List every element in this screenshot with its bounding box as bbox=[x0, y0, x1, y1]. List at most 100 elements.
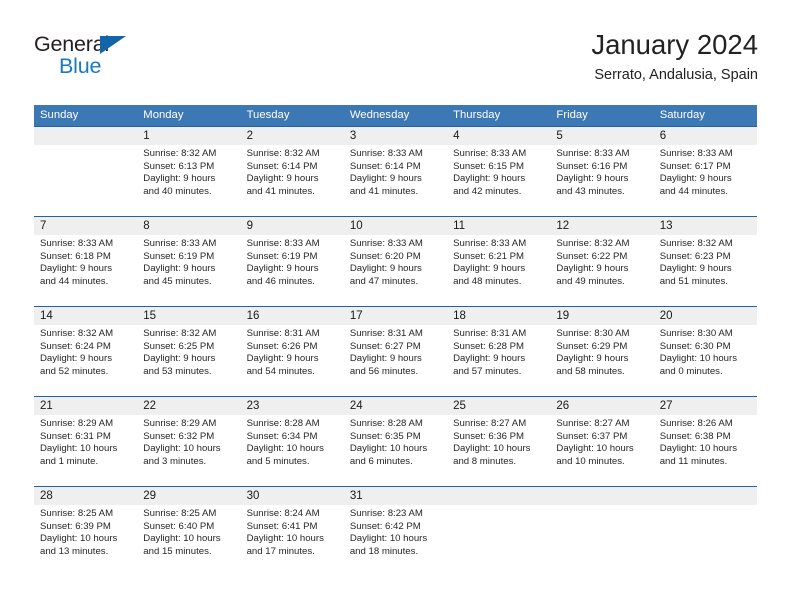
day-cell[interactable]: Sunrise: 8:29 AM Sunset: 6:32 PM Dayligh… bbox=[137, 415, 240, 486]
day-number: 29 bbox=[143, 490, 157, 502]
calendar-grid: Sunday Monday Tuesday Wednesday Thursday… bbox=[34, 105, 757, 573]
sunset-text: Sunset: 6:20 PM bbox=[349, 250, 421, 262]
calendar-page: General Blue January 2024 Serrato, Andal… bbox=[0, 0, 792, 612]
logo-text-blue: Blue bbox=[59, 54, 102, 78]
sunrise-text: Sunrise: 8:32 AM bbox=[143, 328, 217, 339]
sunrise-text: Sunrise: 8:29 AM bbox=[40, 418, 114, 429]
daylight-text-line2: and 6 minutes. bbox=[349, 455, 413, 467]
sunrise-text: Sunrise: 8:33 AM bbox=[40, 238, 114, 249]
day-cell[interactable]: Sunrise: 8:32 AM Sunset: 6:22 PM Dayligh… bbox=[550, 235, 653, 306]
day-cell[interactable]: Sunrise: 8:25 AM Sunset: 6:39 PM Dayligh… bbox=[34, 505, 137, 573]
day-cell[interactable] bbox=[447, 505, 550, 573]
day-cell[interactable]: Sunrise: 8:30 AM Sunset: 6:30 PM Dayligh… bbox=[654, 325, 757, 396]
day-number: 13 bbox=[659, 220, 673, 232]
day-cell[interactable]: Sunrise: 8:33 AM Sunset: 6:20 PM Dayligh… bbox=[344, 235, 447, 306]
sunset-text: Sunset: 6:30 PM bbox=[659, 340, 731, 352]
day-cell[interactable]: Sunrise: 8:33 AM Sunset: 6:18 PM Dayligh… bbox=[34, 235, 137, 306]
sunset-text: Sunset: 6:19 PM bbox=[143, 250, 215, 262]
sunrise-text: Sunrise: 8:33 AM bbox=[453, 148, 527, 159]
daylight-text-line2: and 1 minute. bbox=[40, 455, 99, 467]
day-number bbox=[34, 127, 137, 145]
sunrise-text: Sunrise: 8:28 AM bbox=[246, 418, 320, 429]
day-cell[interactable]: Sunrise: 8:31 AM Sunset: 6:28 PM Dayligh… bbox=[447, 325, 550, 396]
day-cell[interactable]: Sunrise: 8:33 AM Sunset: 6:14 PM Dayligh… bbox=[344, 145, 447, 216]
daylight-text-line1: Daylight: 9 hours bbox=[40, 353, 112, 365]
daylight-text-line2: and 53 minutes. bbox=[143, 365, 212, 377]
day-number: 2 bbox=[246, 130, 253, 142]
daylight-text-line2: and 0 minutes. bbox=[659, 365, 723, 377]
day-cell[interactable]: Sunrise: 8:32 AM Sunset: 6:24 PM Dayligh… bbox=[34, 325, 137, 396]
day-cell[interactable]: Sunrise: 8:33 AM Sunset: 6:17 PM Dayligh… bbox=[654, 145, 757, 216]
page-subtitle: Serrato, Andalusia, Spain bbox=[594, 67, 758, 83]
daylight-text-line1: Daylight: 10 hours bbox=[349, 533, 428, 545]
day-cell[interactable]: Sunrise: 8:32 AM Sunset: 6:14 PM Dayligh… bbox=[241, 145, 344, 216]
day-number bbox=[654, 487, 757, 505]
day-cell[interactable]: Sunrise: 8:26 AM Sunset: 6:38 PM Dayligh… bbox=[654, 415, 757, 486]
day-cell[interactable]: Sunrise: 8:24 AM Sunset: 6:41 PM Dayligh… bbox=[241, 505, 344, 573]
day-cell[interactable]: Sunrise: 8:31 AM Sunset: 6:27 PM Dayligh… bbox=[344, 325, 447, 396]
daylight-text-line2: and 18 minutes. bbox=[349, 545, 419, 557]
weekday-header-saturday: Saturday bbox=[659, 109, 705, 121]
calendar-week-row: 21 22 23 24 25 26 27 Sunrise: 8:29 AM Su… bbox=[34, 396, 757, 486]
sunset-text: Sunset: 6:14 PM bbox=[246, 160, 318, 172]
day-cell[interactable]: Sunrise: 8:29 AM Sunset: 6:31 PM Dayligh… bbox=[34, 415, 137, 486]
sunrise-text: Sunrise: 8:33 AM bbox=[556, 148, 630, 159]
daylight-text-line2: and 8 minutes. bbox=[453, 455, 517, 467]
daylight-text-line1: Daylight: 10 hours bbox=[143, 533, 221, 545]
day-cell[interactable]: Sunrise: 8:32 AM Sunset: 6:25 PM Dayligh… bbox=[137, 325, 240, 396]
day-cell[interactable]: Sunrise: 8:23 AM Sunset: 6:42 PM Dayligh… bbox=[344, 505, 447, 573]
day-cell[interactable]: Sunrise: 8:33 AM Sunset: 6:21 PM Dayligh… bbox=[447, 235, 550, 306]
daylight-text-line2: and 41 minutes. bbox=[349, 185, 419, 197]
calendar-week-row: 7 8 9 10 11 12 13 Sunrise: 8:33 AM Sunse… bbox=[34, 216, 757, 306]
daylight-text-line1: Daylight: 10 hours bbox=[453, 443, 531, 455]
sunset-text: Sunset: 6:32 PM bbox=[143, 430, 215, 442]
sunset-text: Sunset: 6:42 PM bbox=[349, 520, 421, 532]
day-cell[interactable]: Sunrise: 8:32 AM Sunset: 6:13 PM Dayligh… bbox=[137, 145, 240, 216]
daylight-text-line2: and 47 minutes. bbox=[349, 275, 419, 287]
day-cell[interactable]: Sunrise: 8:27 AM Sunset: 6:36 PM Dayligh… bbox=[447, 415, 550, 486]
sunset-text: Sunset: 6:40 PM bbox=[143, 520, 215, 532]
daylight-text-line2: and 10 minutes. bbox=[556, 455, 625, 467]
daylight-text-line2: and 49 minutes. bbox=[556, 275, 625, 287]
day-number: 4 bbox=[453, 130, 460, 142]
day-cell[interactable]: Sunrise: 8:33 AM Sunset: 6:16 PM Dayligh… bbox=[550, 145, 653, 216]
sunrise-text: Sunrise: 8:33 AM bbox=[246, 238, 320, 249]
sunset-text: Sunset: 6:27 PM bbox=[349, 340, 421, 352]
day-cell[interactable]: Sunrise: 8:30 AM Sunset: 6:29 PM Dayligh… bbox=[550, 325, 653, 396]
daylight-text-line1: Daylight: 10 hours bbox=[556, 443, 634, 455]
sunset-text: Sunset: 6:21 PM bbox=[453, 250, 525, 262]
day-cell[interactable]: Sunrise: 8:28 AM Sunset: 6:34 PM Dayligh… bbox=[241, 415, 344, 486]
calendar-week-row: 14 15 16 17 18 19 20 Sunrise: 8:32 AM Su… bbox=[34, 306, 757, 396]
day-cell[interactable]: Sunrise: 8:31 AM Sunset: 6:26 PM Dayligh… bbox=[241, 325, 344, 396]
day-cell[interactable]: Sunrise: 8:25 AM Sunset: 6:40 PM Dayligh… bbox=[137, 505, 240, 573]
daylight-text-line2: and 57 minutes. bbox=[453, 365, 522, 377]
day-number: 6 bbox=[659, 130, 667, 142]
daylight-text-line2: and 54 minutes. bbox=[246, 365, 315, 377]
day-cell[interactable]: Sunrise: 8:33 AM Sunset: 6:19 PM Dayligh… bbox=[241, 235, 344, 306]
daylight-text-line1: Daylight: 9 hours bbox=[659, 173, 732, 185]
day-cell[interactable] bbox=[654, 505, 757, 573]
day-number: 21 bbox=[40, 400, 53, 412]
day-cell[interactable] bbox=[34, 145, 137, 216]
sunrise-text: Sunrise: 8:30 AM bbox=[659, 328, 733, 339]
daylight-text-line1: Daylight: 9 hours bbox=[143, 263, 216, 275]
day-cell[interactable]: Sunrise: 8:32 AM Sunset: 6:23 PM Dayligh… bbox=[654, 235, 757, 306]
sunset-text: Sunset: 6:18 PM bbox=[40, 250, 111, 262]
sunset-text: Sunset: 6:35 PM bbox=[349, 430, 421, 442]
daylight-text-line2: and 41 minutes. bbox=[246, 185, 315, 197]
day-cell[interactable]: Sunrise: 8:27 AM Sunset: 6:37 PM Dayligh… bbox=[550, 415, 653, 486]
sunset-text: Sunset: 6:41 PM bbox=[246, 520, 318, 532]
daylight-text-line1: Daylight: 9 hours bbox=[453, 353, 526, 365]
day-number: 31 bbox=[349, 490, 363, 502]
day-cell[interactable]: Sunrise: 8:33 AM Sunset: 6:19 PM Dayligh… bbox=[137, 235, 240, 306]
daylight-text-line2: and 11 minutes. bbox=[659, 455, 728, 467]
daylight-text-line2: and 40 minutes. bbox=[143, 185, 212, 197]
day-number: 12 bbox=[556, 220, 570, 232]
day-cell[interactable] bbox=[550, 505, 653, 573]
day-cell[interactable]: Sunrise: 8:33 AM Sunset: 6:15 PM Dayligh… bbox=[447, 145, 550, 216]
sunrise-text: Sunrise: 8:31 AM bbox=[349, 328, 423, 339]
sunrise-text: Sunrise: 8:32 AM bbox=[246, 148, 320, 159]
sunrise-text: Sunrise: 8:27 AM bbox=[556, 418, 630, 429]
day-cell[interactable]: Sunrise: 8:28 AM Sunset: 6:35 PM Dayligh… bbox=[344, 415, 447, 486]
weekday-header-friday: Friday bbox=[556, 109, 588, 121]
